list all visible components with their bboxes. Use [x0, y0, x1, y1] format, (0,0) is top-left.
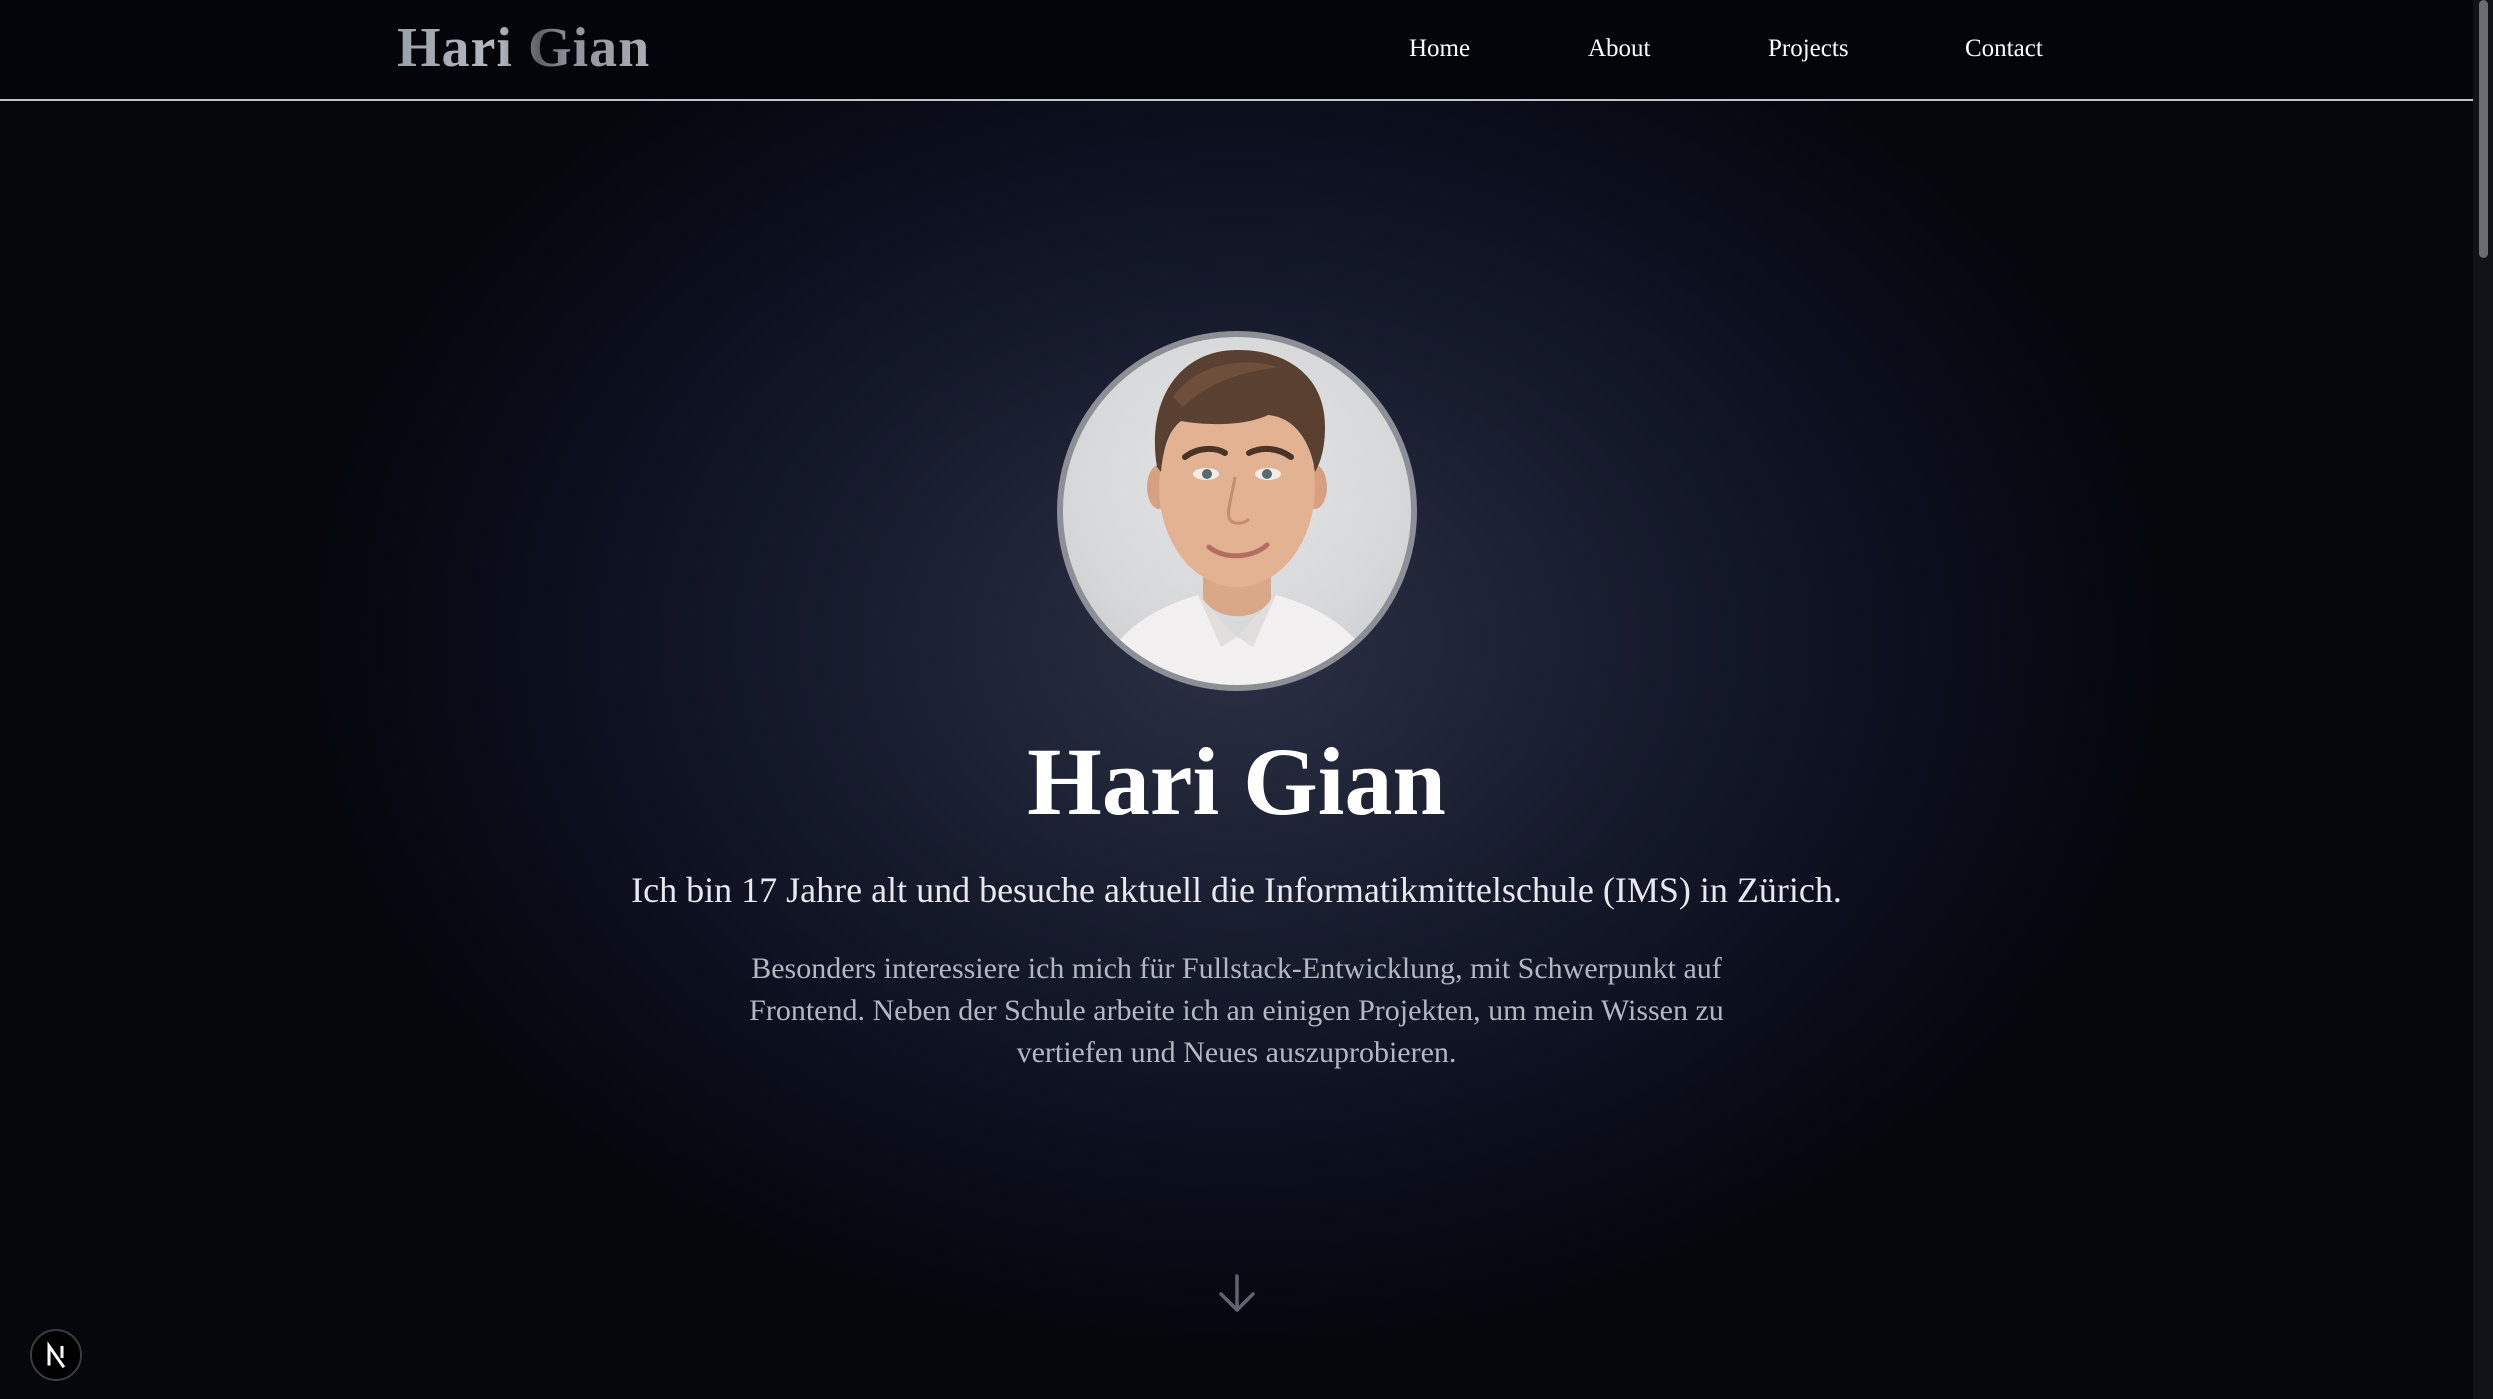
arrow-down-icon[interactable] [1215, 1272, 1259, 1316]
nav-about[interactable]: About [1588, 0, 1651, 97]
nextjs-icon[interactable] [30, 1329, 82, 1381]
hero-subtitle: Ich bin 17 Jahre alt und besuche aktuell… [631, 870, 1842, 910]
profile-avatar [1057, 331, 1417, 691]
nav-projects[interactable]: Projects [1768, 0, 1849, 97]
vertical-scrollbar[interactable] [2473, 0, 2493, 1399]
hero-description: Besonders interessiere ich mich für Full… [749, 952, 1724, 1069]
scrollbar-thumb[interactable] [2479, 0, 2488, 258]
page: Hari Gian Home About Projects Contact Ha… [0, 0, 2493, 1399]
navbar: Hari Gian Home About Projects Contact [0, 0, 2473, 101]
hero-name: Hari Gian [1027, 728, 1446, 835]
profile-photo [1093, 350, 1381, 685]
nav-contact[interactable]: Contact [1965, 0, 2043, 97]
site-logo[interactable]: Hari Gian [397, 14, 650, 82]
nav-home[interactable]: Home [1409, 0, 1470, 97]
